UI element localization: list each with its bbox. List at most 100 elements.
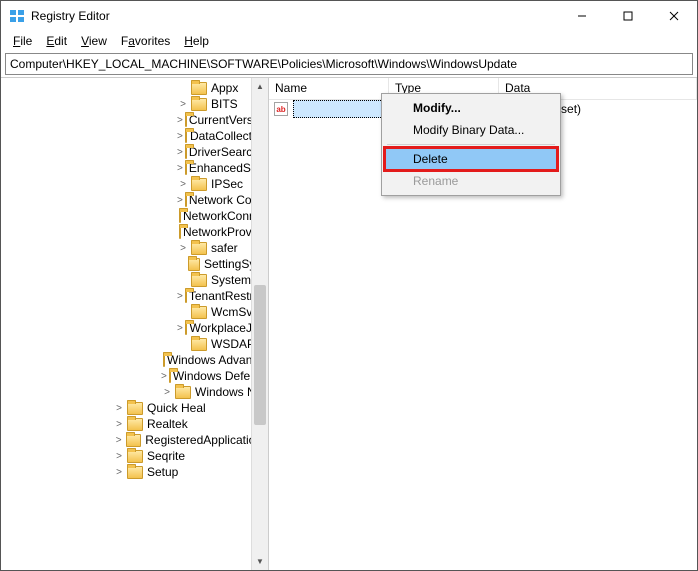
folder-icon xyxy=(127,418,143,431)
tree-item[interactable]: >Realtek xyxy=(1,416,268,432)
tree-item[interactable]: NetworkConnectivityStatusIndicator xyxy=(1,208,268,224)
expand-icon[interactable]: > xyxy=(177,98,189,110)
tree-item[interactable]: > Seqrite xyxy=(1,448,268,464)
folder-icon xyxy=(126,434,141,447)
expand-icon[interactable]: > xyxy=(161,386,173,398)
minimize-button[interactable] xyxy=(559,1,605,31)
expand-spacer xyxy=(177,82,189,94)
tree-item[interactable]: Windows Advanced Threat Protection xyxy=(1,352,268,368)
ctx-modify-binary[interactable]: Modify Binary Data... xyxy=(385,119,557,141)
ctx-delete[interactable]: Delete xyxy=(385,148,557,170)
tree-label: Appx xyxy=(211,81,238,95)
expand-icon[interactable]: > xyxy=(177,194,183,206)
tree-item[interactable]: WSDAPI xyxy=(1,336,268,352)
folder-icon xyxy=(191,178,207,191)
expand-icon[interactable]: > xyxy=(177,130,183,142)
menubar: File Edit View Favorites Help xyxy=(1,31,697,51)
expand-icon[interactable]: > xyxy=(113,402,125,414)
folder-icon xyxy=(191,274,207,287)
tree-item[interactable]: > IPSec xyxy=(1,176,268,192)
tree-item[interactable]: >WorkplaceJoin xyxy=(1,320,268,336)
tree-item[interactable]: >Windows NT xyxy=(1,384,268,400)
window-title: Registry Editor xyxy=(31,9,559,23)
folder-icon xyxy=(191,306,207,319)
value-name-cell[interactable] xyxy=(293,100,389,118)
scroll-thumb[interactable] xyxy=(254,285,266,425)
tree-item[interactable]: NetworkProvider xyxy=(1,224,268,240)
folder-icon xyxy=(191,338,207,351)
string-value-icon: ab xyxy=(273,101,289,117)
expand-icon[interactable]: > xyxy=(113,434,124,446)
expand-icon[interactable]: > xyxy=(177,178,189,190)
menu-help[interactable]: Help xyxy=(178,32,215,50)
expand-spacer xyxy=(177,306,189,318)
expand-icon[interactable]: > xyxy=(113,418,125,430)
folder-icon xyxy=(191,242,207,255)
folder-icon xyxy=(191,82,207,95)
window-buttons xyxy=(559,1,697,31)
tree-item[interactable]: WcmSvc xyxy=(1,304,268,320)
scroll-up-button[interactable]: ▲ xyxy=(252,78,268,95)
ctx-rename: Rename xyxy=(385,170,557,192)
expand-spacer xyxy=(177,258,186,270)
content-panes: Appx>BITS>CurrentVersion>DataCollection>… xyxy=(1,77,697,570)
menu-favorites[interactable]: Favorites xyxy=(115,32,176,50)
tree-pane: Appx>BITS>CurrentVersion>DataCollection>… xyxy=(1,78,269,570)
expand-spacer xyxy=(177,338,189,350)
column-name[interactable]: Name xyxy=(269,78,389,99)
folder-icon xyxy=(185,322,186,335)
tree-label: System xyxy=(211,273,251,287)
ctx-modify[interactable]: Modify... xyxy=(385,97,557,119)
tree-label: RegisteredApplications xyxy=(145,433,268,447)
folder-icon xyxy=(191,98,207,111)
tree-item[interactable]: >TenantRestrictions xyxy=(1,288,268,304)
expand-icon[interactable]: > xyxy=(161,370,167,382)
expand-icon[interactable]: > xyxy=(177,290,183,302)
tree-item[interactable]: SettingSync xyxy=(1,256,268,272)
tree-item[interactable]: >Setup xyxy=(1,464,268,480)
close-button[interactable] xyxy=(651,1,697,31)
tree-item[interactable]: > BITS xyxy=(1,96,268,112)
expand-icon[interactable]: > xyxy=(113,466,125,478)
scroll-down-button[interactable]: ▼ xyxy=(252,553,268,570)
tree-item[interactable]: >CurrentVersion xyxy=(1,112,268,128)
folder-icon xyxy=(127,466,143,479)
tree-label: Quick Heal xyxy=(147,401,206,415)
tree-label: IPSec xyxy=(211,177,243,191)
ctx-separator xyxy=(387,144,555,145)
expand-icon[interactable]: > xyxy=(177,162,183,174)
expand-icon[interactable]: > xyxy=(177,322,183,334)
folder-icon xyxy=(188,258,200,271)
address-bar[interactable]: Computer\HKEY_LOCAL_MACHINE\SOFTWARE\Pol… xyxy=(5,53,693,75)
tree-item[interactable]: >DriverSearching xyxy=(1,144,268,160)
folder-icon xyxy=(185,130,186,143)
folder-icon xyxy=(127,450,143,463)
vertical-scrollbar[interactable]: ▲ ▼ xyxy=(251,78,268,570)
tree-label: BITS xyxy=(211,97,238,111)
tree-item[interactable]: >EnhancedStorageDevices xyxy=(1,160,268,176)
context-menu: Modify... Modify Binary Data... Delete R… xyxy=(381,93,561,196)
tree-item[interactable]: >Network Connections xyxy=(1,192,268,208)
tree-item[interactable]: >DataCollection xyxy=(1,128,268,144)
expand-icon[interactable]: > xyxy=(177,114,183,126)
menu-edit[interactable]: Edit xyxy=(40,32,73,50)
tree-item[interactable]: > safer xyxy=(1,240,268,256)
folder-icon xyxy=(175,386,191,399)
menu-view[interactable]: View xyxy=(75,32,113,50)
tree-item[interactable]: Appx xyxy=(1,80,268,96)
titlebar: Registry Editor xyxy=(1,1,697,31)
tree-label: safer xyxy=(211,241,238,255)
maximize-button[interactable] xyxy=(605,1,651,31)
tree-item[interactable]: >Windows Defender xyxy=(1,368,268,384)
expand-icon[interactable]: > xyxy=(113,450,125,462)
expand-icon[interactable]: > xyxy=(177,146,183,158)
registry-icon xyxy=(9,8,25,24)
tree-item[interactable]: System xyxy=(1,272,268,288)
expand-spacer xyxy=(177,274,189,286)
tree-item[interactable]: > RegisteredApplications xyxy=(1,432,268,448)
scroll-track[interactable] xyxy=(252,95,268,553)
menu-file[interactable]: File xyxy=(7,32,38,50)
tree-label: Seqrite xyxy=(147,449,185,463)
expand-icon[interactable]: > xyxy=(177,242,189,254)
tree-item[interactable]: > Quick Heal xyxy=(1,400,268,416)
